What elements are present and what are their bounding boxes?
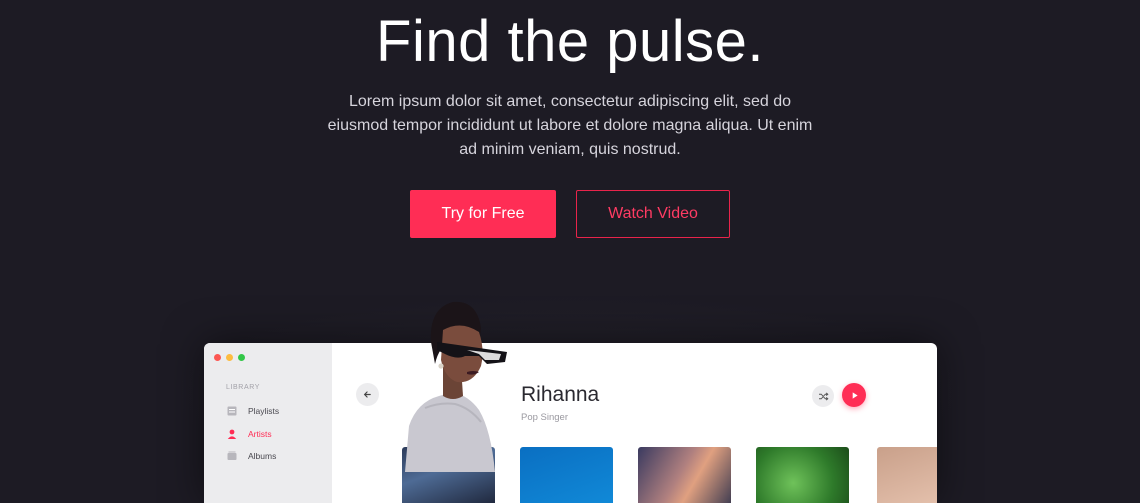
play-button[interactable] bbox=[842, 383, 866, 407]
album-thumbnail[interactable] bbox=[877, 447, 937, 503]
album-thumbnail[interactable] bbox=[756, 447, 849, 503]
app-preview-window: LIBRARY Playlists Artists Albums Rihanna… bbox=[204, 343, 937, 503]
back-button[interactable] bbox=[356, 383, 379, 406]
try-for-free-button[interactable]: Try for Free bbox=[410, 190, 556, 238]
hero-description: Lorem ipsum dolor sit amet, consectetur … bbox=[327, 93, 813, 158]
sidebar-item-label: Playlists bbox=[248, 406, 280, 416]
artist-name: Rihanna bbox=[521, 383, 600, 406]
playlist-icon bbox=[226, 406, 238, 416]
arrow-left-icon bbox=[363, 391, 371, 398]
sidebar-item-artists[interactable]: Artists bbox=[226, 429, 272, 439]
library-section-label: LIBRARY bbox=[226, 384, 261, 391]
play-icon bbox=[852, 391, 858, 399]
artist-icon bbox=[226, 429, 238, 439]
app-sidebar: LIBRARY Playlists Artists Albums bbox=[204, 343, 332, 503]
maximize-dot-icon[interactable] bbox=[238, 354, 245, 361]
minimize-dot-icon[interactable] bbox=[226, 354, 233, 361]
watch-video-button[interactable]: Watch Video bbox=[576, 190, 730, 238]
shuffle-button[interactable] bbox=[812, 385, 834, 407]
sidebar-item-label: Albums bbox=[248, 451, 277, 461]
sidebar-item-albums[interactable]: Albums bbox=[226, 451, 276, 461]
shuffle-icon bbox=[818, 392, 829, 400]
close-dot-icon[interactable] bbox=[214, 354, 221, 361]
sidebar-item-playlists[interactable]: Playlists bbox=[226, 406, 279, 416]
window-controls bbox=[214, 354, 245, 361]
artist-photo bbox=[405, 301, 507, 472]
sidebar-item-label: Artists bbox=[248, 429, 272, 439]
hero-title: Find the pulse. bbox=[376, 9, 764, 74]
album-icon bbox=[226, 451, 238, 461]
artist-role: Pop Singer bbox=[521, 412, 569, 423]
album-thumbnail[interactable] bbox=[520, 447, 613, 503]
album-thumbnail[interactable] bbox=[638, 447, 731, 503]
